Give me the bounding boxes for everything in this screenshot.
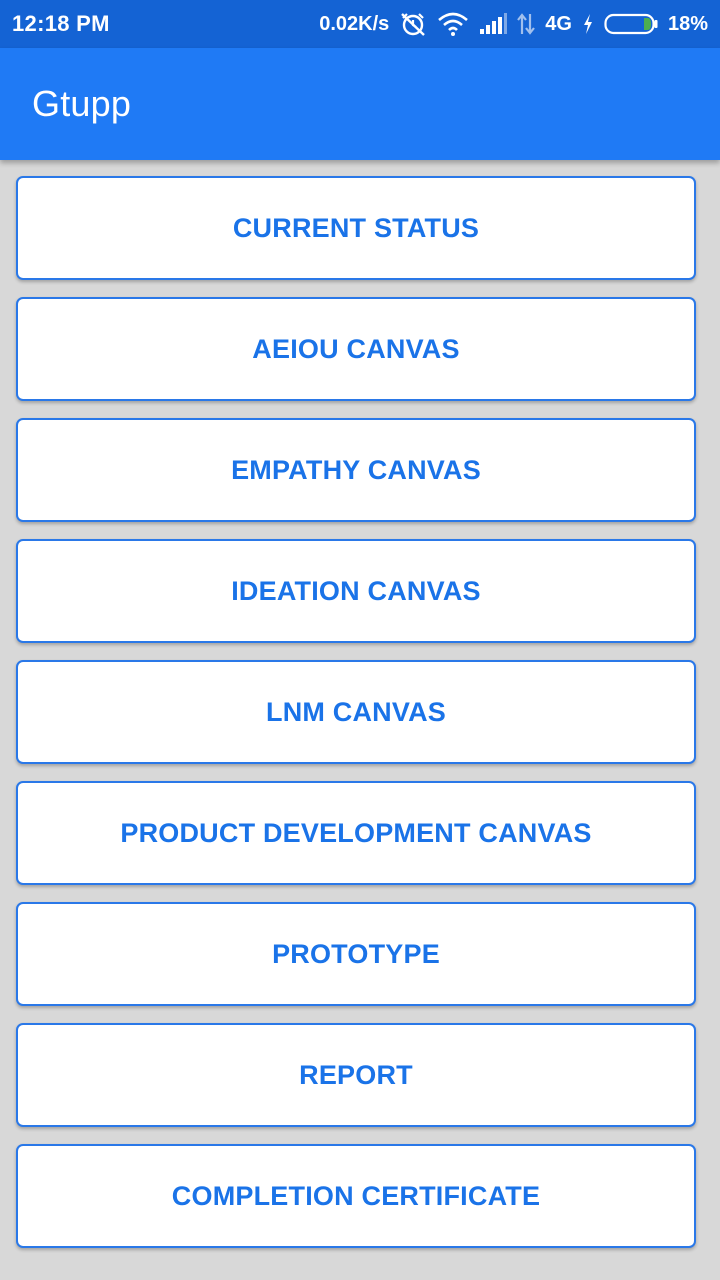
menu-button-label: PRODUCT DEVELOPMENT CANVAS: [120, 817, 592, 848]
menu-button-label: PROTOTYPE: [272, 938, 440, 969]
charging-icon: [582, 13, 594, 35]
empathy-canvas-button[interactable]: EMPATHY CANVAS: [16, 418, 696, 522]
app-bar: Gtupp: [0, 48, 720, 160]
battery-percent: 18%: [667, 12, 708, 35]
wifi-icon: [437, 11, 469, 37]
alarm-off-icon: [399, 11, 427, 37]
signal-icon: [479, 13, 508, 35]
report-button[interactable]: REPORT: [16, 1023, 696, 1127]
prototype-button[interactable]: PROTOTYPE: [16, 902, 696, 1006]
aeiou-canvas-button[interactable]: AEIOU CANVAS: [16, 297, 696, 401]
menu-list: CURRENT STATUS AEIOU CANVAS EMPATHY CANV…: [16, 176, 696, 1265]
current-status-button[interactable]: CURRENT STATUS: [16, 176, 696, 280]
data-arrows-icon: [517, 12, 536, 36]
network-speed: 0.02K/s: [319, 12, 390, 35]
menu-button-label: AEIOU CANVAS: [252, 333, 460, 364]
ideation-canvas-button[interactable]: IDEATION CANVAS: [16, 539, 696, 643]
menu-button-label: EMPATHY CANVAS: [231, 454, 481, 485]
completion-certificate-button[interactable]: COMPLETION CERTIFICATE: [16, 1144, 696, 1248]
menu-button-label: LNM CANVAS: [266, 696, 446, 727]
lnm-canvas-button[interactable]: LNM CANVAS: [16, 660, 696, 764]
status-bar: 12:18 PM 0.02K/s 4G 18%: [0, 0, 720, 48]
status-indicators: 0.02K/s 4G 18%: [319, 11, 708, 37]
battery-icon: [604, 13, 658, 35]
menu-button-label: IDEATION CANVAS: [231, 575, 481, 606]
menu-button-label: CURRENT STATUS: [232, 212, 480, 243]
product-development-canvas-button[interactable]: PRODUCT DEVELOPMENT CANVAS: [16, 781, 696, 885]
status-time: 12:18 PM: [12, 11, 110, 36]
menu-button-label: REPORT: [299, 1059, 413, 1090]
menu-button-label: COMPLETION CERTIFICATE: [171, 1180, 541, 1211]
app-title: Gtupp: [32, 83, 132, 124]
network-type: 4G: [545, 12, 572, 35]
